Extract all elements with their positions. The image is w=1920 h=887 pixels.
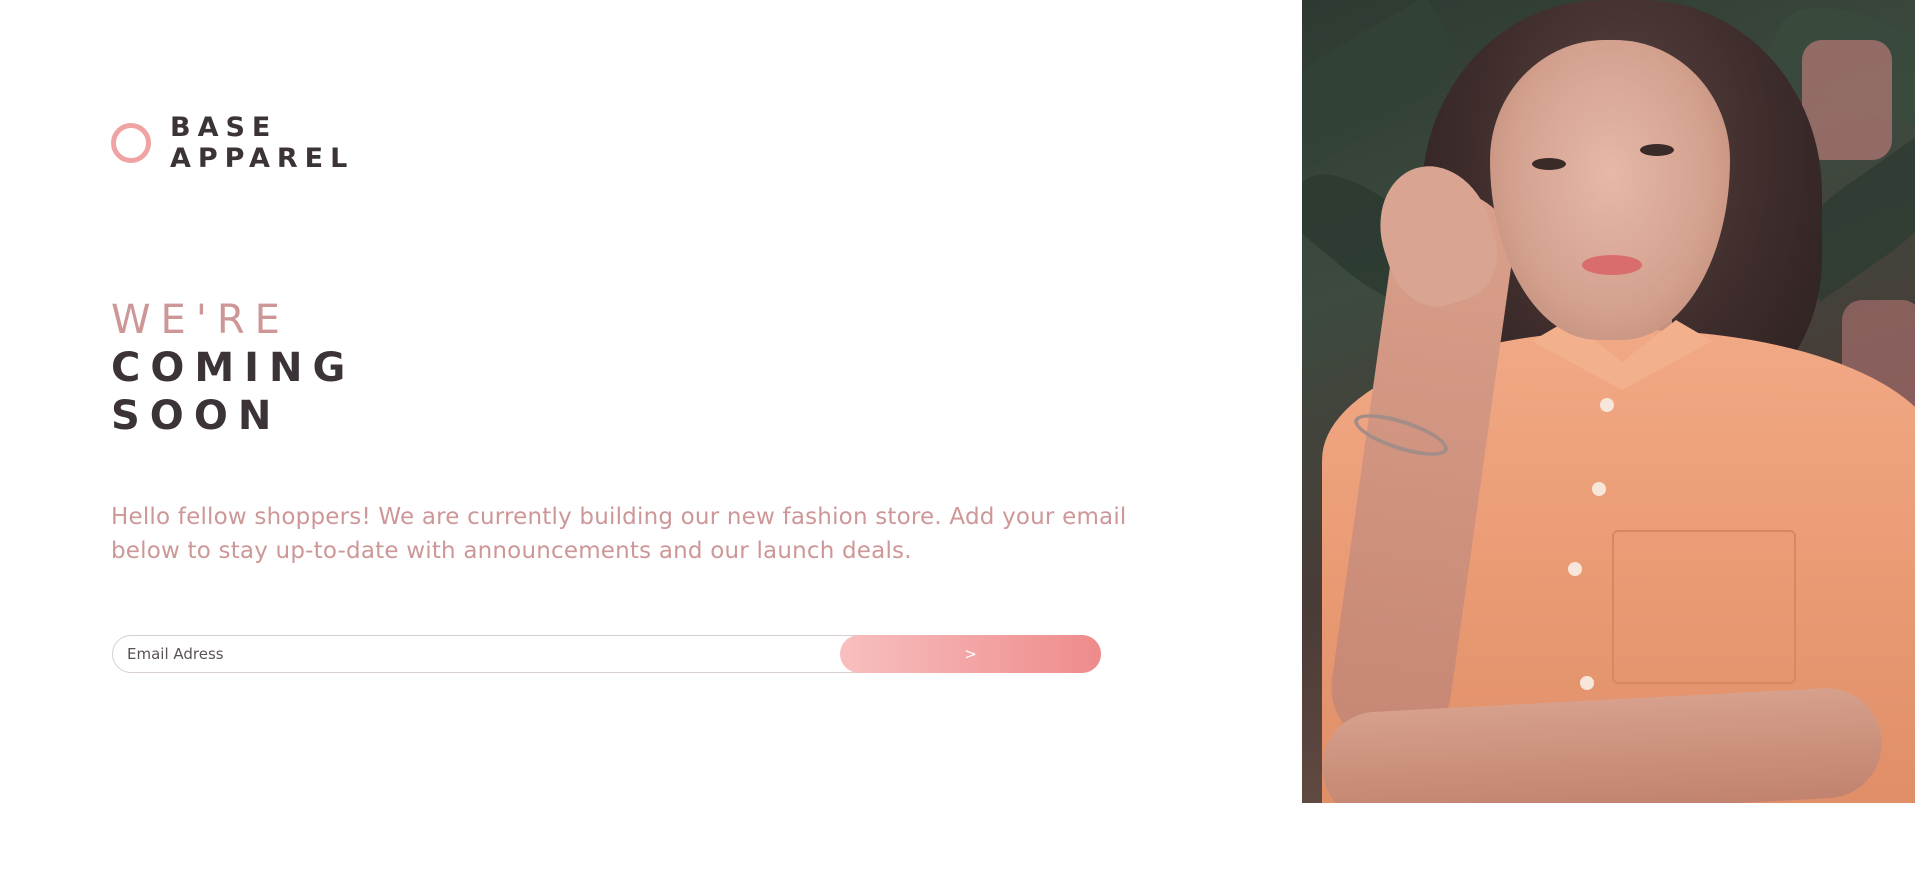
shirt-pocket (1612, 530, 1796, 684)
coming-soon-page: BASE APPAREL WE'RE COMING SOON Hello fel… (0, 0, 1920, 887)
brand-name-line1: BASE (170, 112, 278, 143)
model-eye (1640, 144, 1674, 156)
headline-line1: WE'RE (111, 297, 290, 343)
shirt-button (1568, 562, 1582, 576)
shirt-button (1600, 398, 1614, 412)
headline-line3: SOON (111, 393, 282, 439)
model-eye (1532, 158, 1566, 170)
intro-description: Hello fellow shoppers! We are currently … (111, 504, 1127, 564)
shirt-button (1592, 482, 1606, 496)
ring-logo-icon (111, 123, 151, 163)
brand-logo[interactable]: BASE APPAREL (111, 112, 354, 174)
submit-button[interactable]: > (840, 635, 1101, 673)
shirt-button (1580, 676, 1594, 690)
hero-image (1302, 0, 1915, 803)
model-lips (1582, 255, 1642, 275)
email-signup-form: > (112, 635, 1101, 673)
page-headline: WE'RE COMING SOON (111, 296, 355, 440)
headline-line2: COMING (111, 345, 356, 391)
brand-name-line2: APPAREL (170, 143, 355, 174)
brand-name: BASE APPAREL (170, 112, 354, 174)
